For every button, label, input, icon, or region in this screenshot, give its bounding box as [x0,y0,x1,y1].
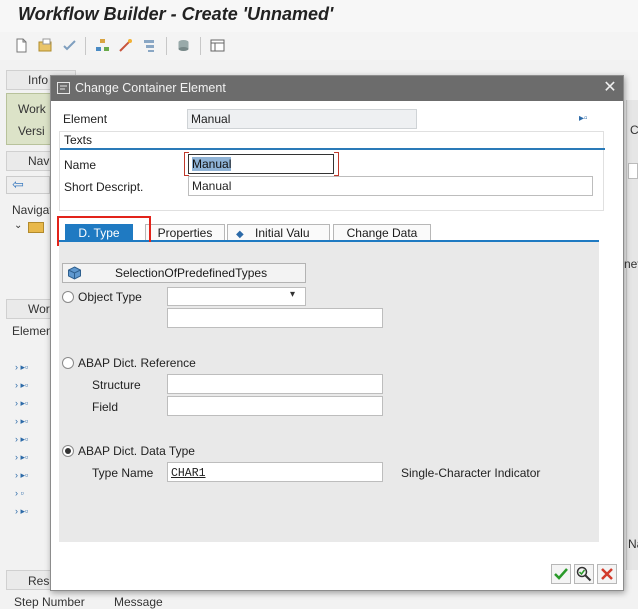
elements-label: Elemen [12,324,52,338]
right-fragment-c: C [630,123,638,137]
cube-icon [68,266,81,280]
object-type-select[interactable] [167,287,306,306]
type-description: Single-Character Indicator [401,466,541,480]
new-document-icon[interactable] [14,38,29,53]
layout-icon[interactable] [210,38,225,53]
structure-input[interactable] [167,374,383,394]
structure-label: Structure [92,378,141,392]
message-column: Message [114,595,163,609]
back-arrow-icon[interactable]: ⇦ [12,176,24,193]
navigation-area-label: Navigat [12,203,52,217]
step-number-column: Step Number [14,595,85,609]
tab-initial-value[interactable]: ◆ Initial Valu [227,224,330,241]
tab-properties[interactable]: Properties [145,224,225,241]
diamond-icon: ◆ [236,229,244,240]
structure-icon[interactable] [142,38,157,53]
cancel-x-icon [601,568,613,580]
confirm-button[interactable] [551,564,571,584]
abap-dict-data-type-label: ABAP Dict. Data Type [78,444,195,458]
element-row-icon: › ▸▫ [15,362,29,372]
abap-dict-data-type-radio[interactable] [62,445,74,457]
type-name-label: Type Name [92,466,154,480]
workflow-label: Work [18,102,46,116]
abap-dict-reference-radio[interactable] [62,357,74,369]
chevron-down-icon[interactable]: ▾ [290,289,295,300]
name-input-focus-bracket-left [184,152,189,176]
name-input-focus-bracket-right [334,152,339,176]
object-type-extra-field[interactable] [167,308,383,328]
search-help-button[interactable] [574,564,594,584]
name-input-selected-text: Manual [192,157,232,171]
app-title: Workflow Builder - Create 'Unnamed' [0,0,638,32]
toolbar-separator [85,37,86,55]
results-tab-label: Resu [28,574,52,588]
short-descript-input[interactable]: Manual [188,176,593,196]
name-label: Name [64,158,97,172]
d-type-tab-panel: SelectionOfPredefinedTypes Object Type ▾… [59,242,599,542]
element-row-icon: › ▸▫ [15,452,29,462]
change-container-element-dialog: Change Container Element ✕ Element Manua… [50,75,624,591]
texts-header: Texts [60,132,605,150]
dialog-title: Change Container Element [75,81,226,95]
field-input[interactable] [167,396,383,416]
element-row-icon: › ▸▫ [15,398,29,408]
workflow-section-label: Wor [28,302,50,316]
navigation-tab-label: Nav [28,154,50,168]
abap-dict-reference-label: ABAP Dict. Reference [78,356,196,370]
short-descript-label: Short Descript. [64,180,144,194]
tab-change-data[interactable]: Change Data [333,224,431,241]
element-info-icon[interactable]: ▸▫ [579,113,588,124]
right-fragment-field [628,163,638,179]
selection-of-predefined-types-label: SelectionOfPredefinedTypes [115,266,268,280]
info-tab-label: Info [28,73,49,87]
checkmark-icon [554,568,568,580]
texts-section: Texts Name Manual Short Descript. Manual [59,131,605,211]
element-row-icon: › ▫ [15,488,24,498]
toolbar-separator [200,37,201,55]
expand-chevron-icon[interactable]: ⌄ [14,220,22,231]
name-input[interactable]: Manual [188,154,334,174]
element-row-icon: › ▸▫ [15,380,29,390]
dialog-titlebar[interactable]: Change Container Element ✕ [51,76,623,101]
wand-icon[interactable] [118,38,133,53]
element-field: Manual [187,109,417,129]
element-row-icon: › ▸▫ [15,416,29,426]
cancel-button[interactable] [597,564,617,584]
element-row-icon: › ▸▫ [15,470,29,480]
field-label: Field [92,400,119,414]
open-folder-icon[interactable] [38,38,53,53]
object-type-radio[interactable] [62,291,74,303]
tab-initial-value-label: Initial Valu [255,226,310,240]
hierarchy-icon[interactable] [95,38,110,53]
check-icon[interactable] [62,38,77,53]
version-label: Versi [18,124,45,138]
element-row-icon: › ▸▫ [15,506,29,516]
right-fragment-nev: nev [624,257,638,271]
right-fragment-na: Na [628,537,638,551]
magnifier-check-icon [576,566,592,582]
database-icon[interactable] [176,38,191,53]
toolbar-separator [166,37,167,55]
type-name-value: CHAR1 [171,467,206,480]
object-type-label: Object Type [78,290,142,304]
close-icon[interactable]: ✕ [601,78,619,98]
element-label: Element [63,112,108,126]
type-name-input[interactable]: CHAR1 [167,462,383,482]
dialog-edit-icon [57,82,70,94]
element-row-icon: › ▸▫ [15,434,29,444]
folder-icon [28,222,44,233]
selection-of-predefined-types-button[interactable]: SelectionOfPredefinedTypes [62,263,306,283]
